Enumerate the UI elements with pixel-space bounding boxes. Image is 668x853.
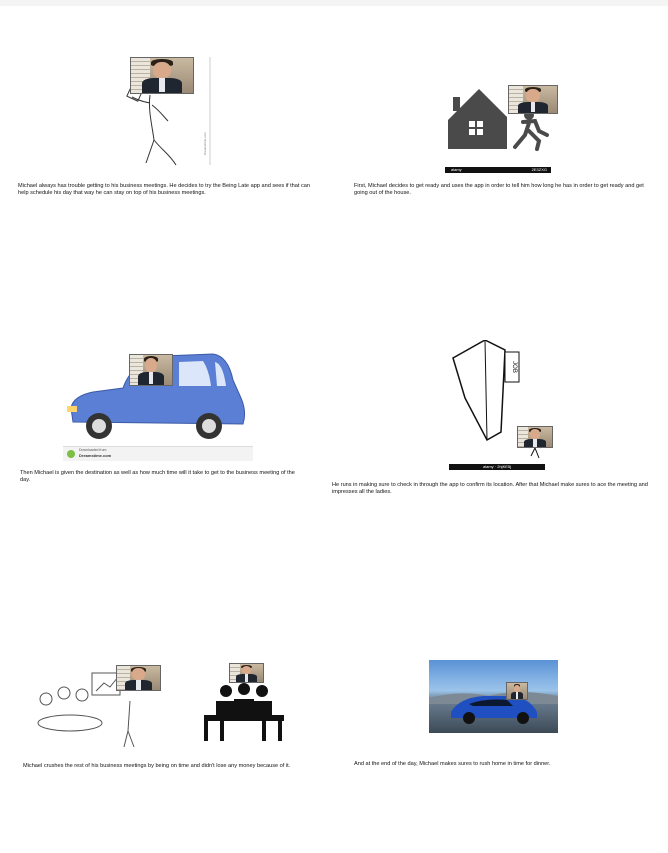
michael-face-photo (506, 682, 528, 700)
michael-face-photo (129, 354, 173, 386)
michael-face-photo (116, 665, 161, 691)
download-circle-icon (67, 450, 75, 458)
panel-2-caption: First, Michael decides to get ready and … (354, 183, 644, 196)
panel-5-illustration (20, 663, 290, 748)
page-top-bar (0, 0, 668, 6)
sports-car-photo (429, 692, 558, 724)
job-sign-text: JOB (511, 361, 517, 373)
stock-bar-text: alamy · 2hjKE5j (483, 464, 512, 469)
stock-bar-right-text: 2E3ZXG (531, 167, 547, 172)
download-line-1: Downloaded from (79, 448, 107, 452)
stock-bar-left-text: alamy (451, 167, 462, 172)
download-line-2: Dreamstime.com (79, 453, 112, 458)
michael-face-photo (508, 85, 558, 114)
panel-1-illustration: Dreamstime.com (118, 55, 213, 175)
panel-6-caption: And at the end of the day, Michael makes… (354, 761, 551, 767)
panel-1-caption: Michael always has trouble getting to hi… (18, 183, 310, 196)
panel-2-illustration: alamy 2E3ZXG (445, 85, 560, 177)
michael-face-photo (130, 57, 194, 94)
meeting-table-icon (204, 683, 284, 741)
side-watermark: Dreamstime.com (203, 132, 207, 155)
panel-4-caption: He runs in making sure to check in throu… (332, 482, 648, 495)
download-strip: Downloaded from Dreamstime.com (63, 446, 253, 461)
michael-face-photo (517, 426, 553, 448)
stock-watermark-bar: alamy · 2hjKE5j (449, 464, 545, 470)
panel-4-illustration: JOB alamy · 2hjKE5j (445, 339, 555, 475)
panel-5-caption: Michael crushes the rest of his business… (23, 763, 291, 769)
stock-watermark-bar: alamy 2E3ZXG (445, 167, 551, 173)
panel-3-illustration: Downloaded from Dreamstime.com (63, 350, 253, 461)
michael-face-photo (229, 663, 264, 683)
panel-6-photo (429, 660, 558, 733)
panel-3-caption: Then Michael is given the destination as… (20, 470, 295, 483)
